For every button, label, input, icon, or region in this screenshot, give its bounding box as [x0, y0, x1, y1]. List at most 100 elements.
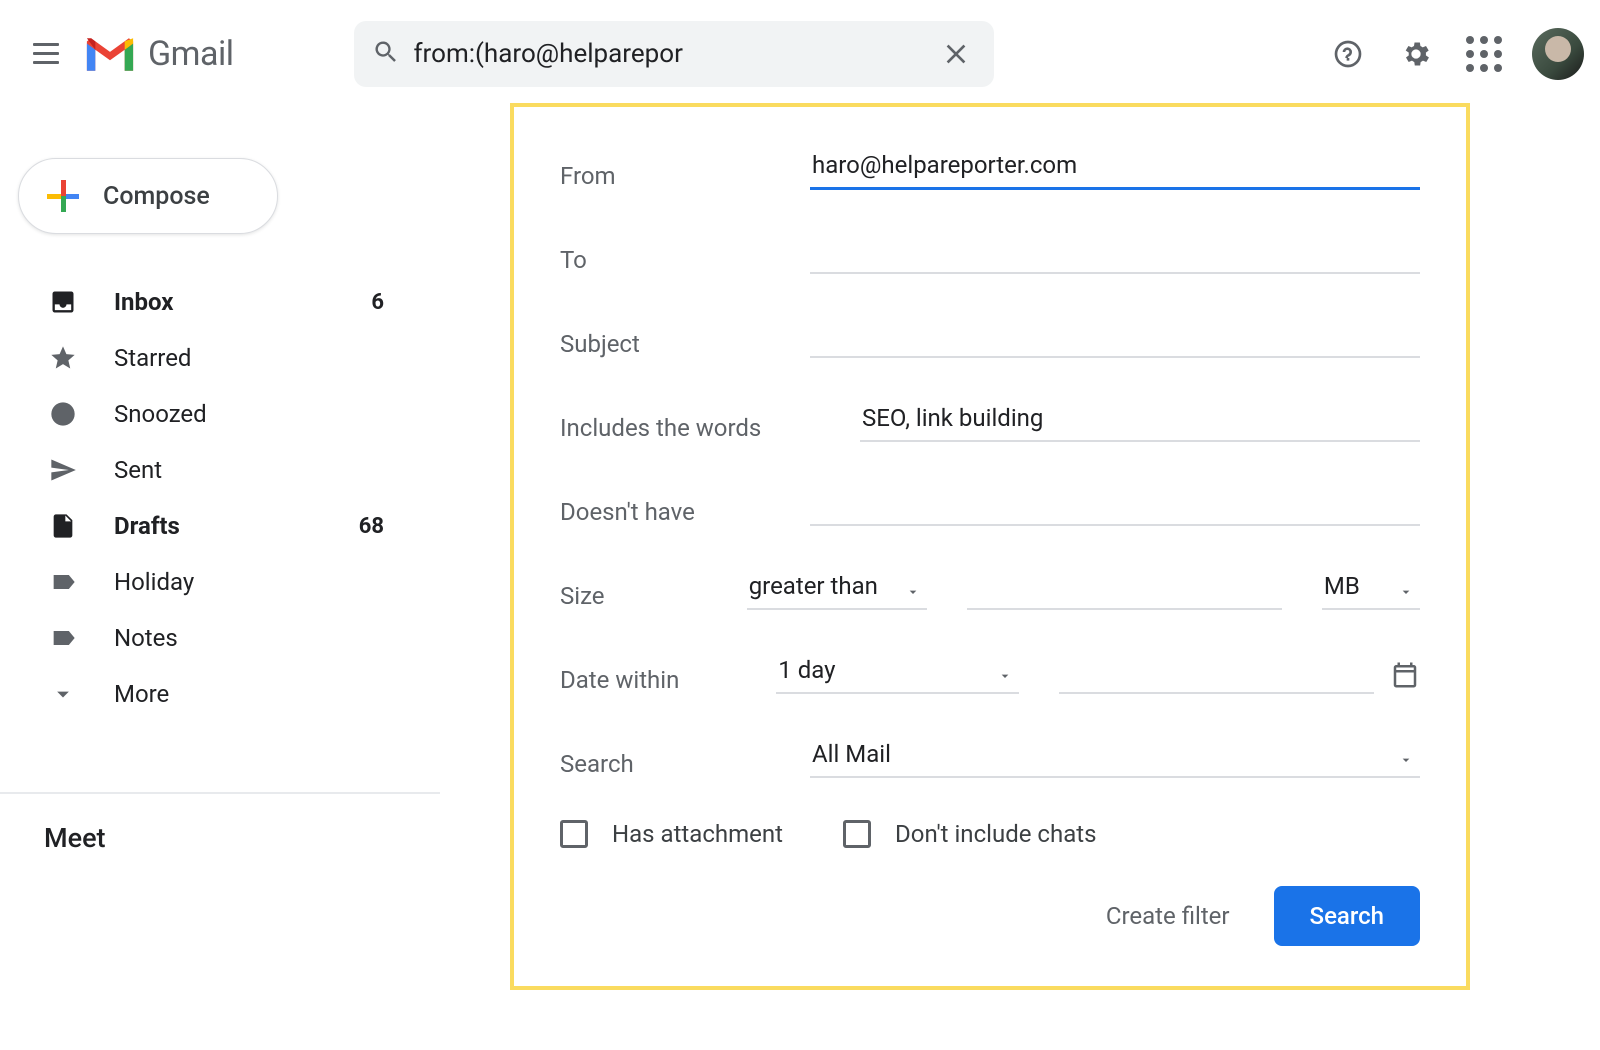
- hamburger-icon: [33, 43, 59, 64]
- filter-label: From: [560, 162, 810, 190]
- sidebar-item-notes[interactable]: Notes: [0, 610, 420, 666]
- search-bar[interactable]: [354, 21, 994, 87]
- checkbox-label: Don't include chats: [895, 820, 1096, 848]
- create-filter-button[interactable]: Create filter: [1106, 902, 1230, 930]
- settings-button[interactable]: [1396, 34, 1436, 74]
- main-menu-button[interactable]: [16, 24, 76, 84]
- select-value: MB: [1324, 572, 1360, 600]
- filter-actions: Create filter Search: [560, 886, 1420, 946]
- nav-label: Holiday: [114, 568, 384, 596]
- plus-icon: [47, 180, 79, 212]
- filter-row-to: To: [560, 232, 1420, 274]
- nav-label: Inbox: [114, 288, 371, 316]
- checkbox-label: Has attachment: [612, 820, 783, 848]
- to-input[interactable]: [810, 232, 1420, 274]
- help-icon: [1332, 38, 1364, 70]
- compose-label: Compose: [103, 182, 210, 211]
- checkbox-icon: [560, 820, 588, 848]
- sidebar-nav: Inbox 6 Starred Snoozed Sent Drafts 68: [0, 274, 440, 722]
- filter-label: Includes the words: [560, 414, 860, 442]
- filter-label: Doesn't have: [560, 498, 810, 526]
- has-attachment-checkbox[interactable]: Has attachment: [560, 820, 783, 848]
- from-input[interactable]: [810, 147, 1420, 190]
- size-unit-select[interactable]: MB: [1322, 568, 1420, 610]
- filter-row-subject: Subject: [560, 316, 1420, 358]
- size-operator-select[interactable]: greater than: [747, 568, 927, 610]
- clear-search-button[interactable]: [936, 34, 976, 74]
- sidebar-item-more[interactable]: More: [0, 666, 420, 722]
- label-icon: [46, 624, 80, 652]
- apps-button[interactable]: [1464, 34, 1504, 74]
- calendar-button[interactable]: [1390, 660, 1420, 694]
- filter-row-search: Search All Mail: [560, 736, 1420, 778]
- select-value: greater than: [749, 572, 878, 600]
- nav-label: Sent: [114, 456, 384, 484]
- dont-include-chats-checkbox[interactable]: Don't include chats: [843, 820, 1096, 848]
- compose-button[interactable]: Compose: [18, 158, 278, 234]
- sidebar-item-holiday[interactable]: Holiday: [0, 554, 420, 610]
- sidebar-item-snoozed[interactable]: Snoozed: [0, 386, 420, 442]
- filter-row-doesnt-have: Doesn't have: [560, 484, 1420, 526]
- apps-grid-icon: [1466, 36, 1502, 72]
- sidebar-divider: [0, 792, 440, 794]
- filter-label: Size: [560, 582, 747, 610]
- chevron-down-icon: [997, 662, 1013, 690]
- select-value: All Mail: [812, 740, 891, 768]
- chevron-down-icon: [905, 578, 921, 606]
- nav-label: Snoozed: [114, 400, 384, 428]
- star-icon: [46, 344, 80, 372]
- filter-row-date: Date within 1 day: [560, 652, 1420, 694]
- header-actions: [1328, 28, 1584, 80]
- select-value: 1 day: [778, 656, 835, 684]
- gmail-logo[interactable]: Gmail: [82, 33, 234, 75]
- header: Gmail: [0, 0, 1600, 108]
- filter-row-from: From: [560, 147, 1420, 190]
- subject-input[interactable]: [810, 316, 1420, 358]
- gmail-wordmark: Gmail: [148, 34, 234, 74]
- meet-section-label: Meet: [0, 822, 440, 854]
- account-avatar[interactable]: [1532, 28, 1584, 80]
- main-area: Compose Inbox 6 Starred Snoozed Sent: [0, 108, 1600, 1050]
- nav-label: Starred: [114, 344, 384, 372]
- file-icon: [46, 512, 80, 540]
- filter-row-includes: Includes the words: [560, 400, 1420, 442]
- sidebar-item-drafts[interactable]: Drafts 68: [0, 498, 420, 554]
- chevron-down-icon: [46, 680, 80, 708]
- nav-count: 6: [371, 290, 384, 315]
- inbox-icon: [46, 288, 80, 316]
- gmail-m-icon: [82, 33, 138, 75]
- filter-checkboxes: Has attachment Don't include chats: [560, 820, 1420, 848]
- sidebar-item-starred[interactable]: Starred: [0, 330, 420, 386]
- nav-label: More: [114, 680, 384, 708]
- chevron-down-icon: [1398, 578, 1414, 606]
- nav-count: 68: [359, 514, 384, 539]
- search-in-select[interactable]: All Mail: [810, 736, 1420, 778]
- nav-label: Notes: [114, 624, 384, 652]
- filter-row-size: Size greater than MB: [560, 568, 1420, 610]
- size-value-input[interactable]: [967, 568, 1282, 610]
- date-input[interactable]: [1059, 652, 1374, 694]
- label-icon: [46, 568, 80, 596]
- filter-label: To: [560, 246, 810, 274]
- gear-icon: [1400, 38, 1432, 70]
- search-button[interactable]: Search: [1274, 886, 1420, 946]
- search-filter-panel: From To Subject Includes the words Doesn…: [510, 103, 1470, 990]
- nav-label: Drafts: [114, 512, 359, 540]
- calendar-icon: [1390, 660, 1420, 690]
- sidebar-item-inbox[interactable]: Inbox 6: [0, 274, 420, 330]
- filter-label: Date within: [560, 666, 776, 694]
- clock-icon: [46, 400, 80, 428]
- sidebar: Compose Inbox 6 Starred Snoozed Sent: [0, 108, 440, 1050]
- date-range-select[interactable]: 1 day: [776, 652, 1019, 694]
- filter-label: Search: [560, 750, 810, 778]
- doesnt-have-input[interactable]: [810, 484, 1420, 526]
- filter-label: Subject: [560, 330, 810, 358]
- chevron-down-icon: [1398, 746, 1414, 774]
- checkbox-icon: [843, 820, 871, 848]
- sidebar-item-sent[interactable]: Sent: [0, 442, 420, 498]
- search-input[interactable]: [414, 39, 922, 69]
- send-icon: [46, 456, 80, 484]
- search-icon: [372, 38, 400, 70]
- includes-input[interactable]: [860, 400, 1420, 442]
- support-button[interactable]: [1328, 34, 1368, 74]
